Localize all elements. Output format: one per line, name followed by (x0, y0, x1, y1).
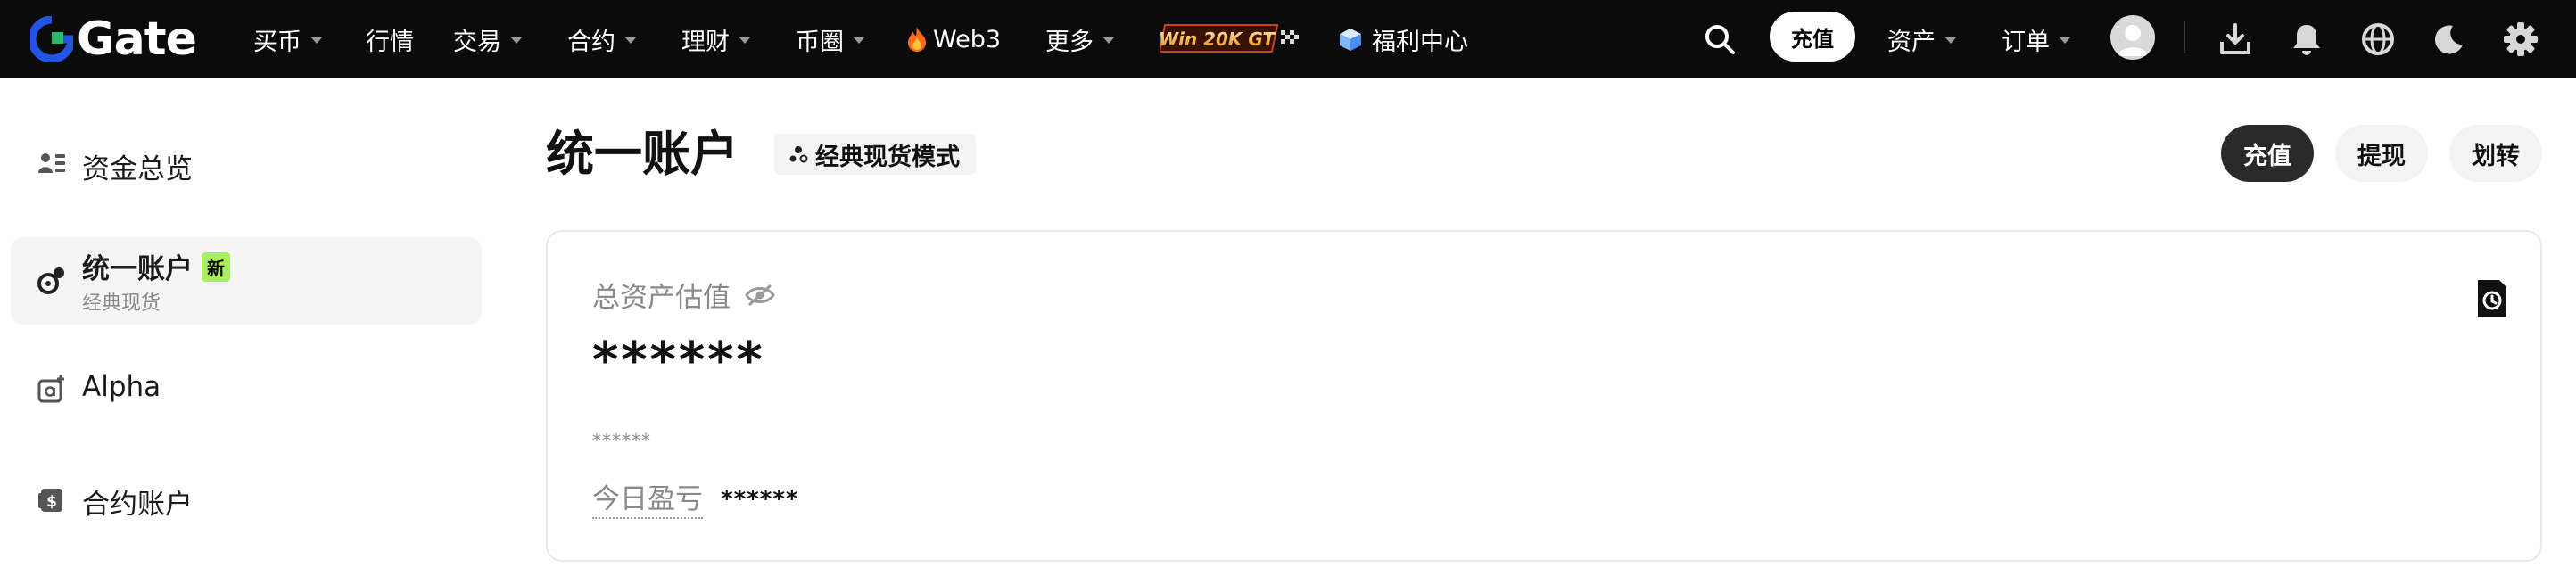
sidebar-item-label: 合约账户 (82, 489, 193, 521)
nav-futures[interactable]: 合约 (567, 20, 637, 59)
sidebar-item-funds-overview[interactable]: 资金总览 (11, 137, 482, 191)
page-title: 统一账户 (546, 126, 739, 182)
search-icon[interactable] (1700, 20, 1739, 59)
gift-box-icon (1338, 27, 1363, 52)
eye-hidden-icon[interactable] (745, 284, 775, 307)
nav-orders[interactable]: 订单 (2002, 20, 2071, 59)
unified-account-icon (36, 264, 68, 296)
account-mode-chip[interactable]: 经典现货模式 (774, 134, 976, 175)
download-icon[interactable] (2216, 20, 2255, 59)
sidebar-item-label: 统一账户 (82, 253, 193, 285)
gate-logo-mark (30, 16, 73, 62)
nav-label: 行情 (366, 28, 414, 56)
nav-earn[interactable]: 理财 (681, 20, 751, 59)
nav-crypto-circle[interactable]: 币圈 (796, 20, 865, 59)
wallet-overview-icon (36, 148, 68, 180)
nav-deposit-button[interactable]: 充值 (1770, 12, 1855, 62)
gate-logo[interactable]: Gate (30, 12, 197, 66)
nav-label: 资产 (1887, 28, 1936, 56)
nav-web3[interactable]: Web3 (906, 20, 1001, 59)
nav-label: Web3 (933, 25, 1002, 53)
chevron-down-icon (1944, 37, 1957, 44)
futures-account-icon: $ (36, 483, 68, 515)
nav-label: 更多 (1045, 28, 1094, 56)
total-assets-label-row: 总资产估值 (592, 275, 775, 315)
sidebar-item-alpha[interactable]: Alpha (11, 362, 482, 416)
globe-icon[interactable] (2358, 20, 2398, 59)
sidebar-item-sublabel: 经典现货 (82, 292, 161, 315)
top-nav: Gate 买币 行情 交易 合约 理财 币圈 Web3 更多 Win 20K G… (0, 0, 2576, 78)
moon-icon[interactable] (2430, 20, 2469, 59)
chevron-down-icon (1102, 37, 1115, 44)
nav-divider (2184, 21, 2185, 53)
chevron-down-icon (310, 37, 323, 44)
alpha-icon (36, 373, 68, 405)
nav-buy-crypto[interactable]: 买币 (253, 20, 323, 59)
withdraw-button[interactable]: 提现 (2335, 125, 2428, 182)
nav-rewards-center[interactable]: 福利中心 (1338, 20, 1468, 59)
sidebar-item-unified-account[interactable]: 统一账户新 经典现货 (11, 237, 482, 325)
nav-label: 理财 (681, 28, 730, 56)
nav-label: 合约 (567, 28, 615, 56)
nav-markets[interactable]: 行情 (366, 20, 414, 59)
sidebar-item-label: 资金总览 (82, 153, 193, 185)
gear-icon[interactable] (2501, 20, 2540, 59)
chevron-down-icon (510, 37, 523, 44)
nav-trade[interactable]: 交易 (453, 20, 523, 59)
chevron-down-icon (624, 37, 637, 44)
sidebar-item-label: Alpha (82, 371, 161, 403)
chevron-down-icon (2059, 37, 2071, 44)
nav-label: 交易 (453, 28, 501, 56)
promo-text: Win 20K GT (1160, 29, 1276, 50)
today-pnl-value: ****** (721, 486, 799, 513)
total-assets-value: ****** (592, 332, 765, 390)
total-assets-secondary-value: ****** (592, 430, 651, 451)
history-record-icon[interactable] (2474, 278, 2510, 319)
svg-text:$: $ (46, 493, 57, 511)
total-assets-card: 总资产估值 ****** ****** 今日盈亏 ****** (546, 230, 2542, 562)
nav-more[interactable]: 更多 (1045, 20, 1115, 59)
nav-assets[interactable]: 资产 (1887, 20, 1957, 59)
fire-icon (906, 26, 928, 53)
brand-name: Gate (77, 12, 197, 66)
nav-label: 买币 (253, 28, 301, 56)
account-mode-label: 经典现货模式 (815, 143, 960, 171)
new-badge: 新 (202, 252, 230, 282)
nav-label: 订单 (2002, 28, 2050, 56)
nav-label: 币圈 (796, 28, 844, 56)
chevron-down-icon (739, 37, 751, 44)
deposit-button[interactable]: 充值 (2221, 125, 2314, 182)
nav-label: 福利中心 (1372, 28, 1468, 56)
today-pnl-label[interactable]: 今日盈亏 (592, 481, 703, 519)
sidebar-item-futures-account[interactable]: $ 合约账户 (11, 473, 482, 526)
transfer-button[interactable]: 划转 (2449, 125, 2542, 182)
chevron-down-icon (853, 37, 865, 44)
users-mode-icon (789, 146, 808, 163)
sidebar: 资金总览 统一账户新 经典现货 Alpha $ 合约账户 (0, 78, 500, 576)
bell-icon[interactable] (2287, 20, 2326, 59)
user-avatar-icon (2118, 25, 2148, 56)
avatar[interactable] (2110, 15, 2155, 60)
sidebar-item-label-group: 统一账户新 (82, 246, 230, 286)
promo-banner[interactable]: Win 20K GT (1160, 18, 1299, 59)
total-assets-label: 总资产估值 (592, 282, 731, 314)
